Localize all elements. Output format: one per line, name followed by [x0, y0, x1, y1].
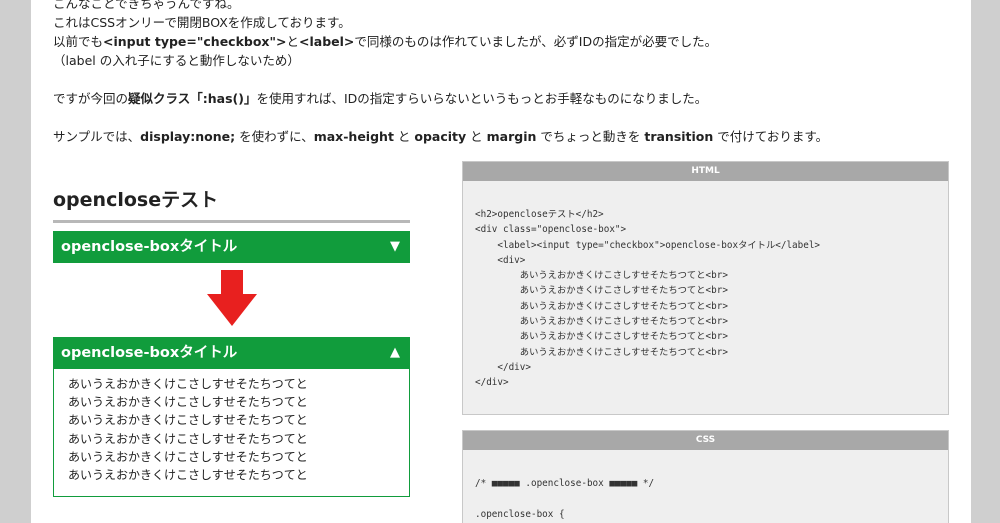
demo-heading: opencloseテスト	[53, 185, 410, 223]
content-line: あいうえおかきくけこさしすせそたちつてと	[68, 468, 308, 483]
content-line: あいうえおかきくけこさしすせそたちつてと	[68, 431, 308, 446]
html-code-block: <h2>opencloseテスト</h2> <div class="opencl…	[475, 209, 821, 389]
css-code-panel: CSS /* ■■■■■ .openclose-box ■■■■■ */ .op…	[462, 430, 949, 523]
triangle-up-icon: ▲	[390, 345, 400, 360]
article-intro: こんなことできちゃうんですね。 これはCSSオンリーで開閉BOXを作成しておりま…	[53, 0, 953, 146]
html-code-panel: HTML <h2>opencloseテスト</h2> <div class="o…	[462, 161, 949, 415]
openclose-box-title-open[interactable]: openclose-boxタイトル ▲	[53, 337, 410, 369]
openclose-box-title-closed[interactable]: openclose-boxタイトル ▼	[53, 231, 410, 263]
html-panel-title: HTML	[463, 162, 948, 181]
content-line: あいうえおかきくけこさしすせそたちつてと	[68, 395, 308, 410]
css-panel-title: CSS	[463, 431, 948, 450]
content-line: あいうえおかきくけこさしすせそたちつてと	[68, 413, 308, 428]
article-page: こんなことできちゃうんですね。 これはCSSオンリーで開閉BOXを作成しておりま…	[31, 0, 971, 523]
intro-line: サンプルでは、display:none; を使わずに、max-height と …	[53, 129, 829, 144]
intro-line: ですが今回の疑似クラス「:has()」を使用すれば、IDの指定すらいらないという…	[53, 91, 708, 106]
intro-line: （label の入れ子にすると動作しないため）	[53, 53, 300, 68]
intro-line: こんなことできちゃうんですね。	[53, 0, 240, 11]
openclose-box-title-label: openclose-boxタイトル	[61, 345, 238, 361]
openclose-box-title-label: openclose-boxタイトル	[61, 239, 238, 255]
demo-section: opencloseテスト	[53, 185, 410, 223]
content-line: あいうえおかきくけこさしすせそたちつてと	[68, 449, 308, 464]
openclose-box-content: あいうえおかきくけこさしすせそたちつてと あいうえおかきくけこさしすせそたちつて…	[53, 369, 410, 497]
css-code-block: /* ■■■■■ .openclose-box ■■■■■ */ .opencl…	[475, 478, 655, 520]
intro-line: これはCSSオンリーで開閉BOXを作成しております。	[53, 15, 351, 30]
intro-line: 以前でも<input type="checkbox">と<label>で同様のも…	[53, 34, 718, 49]
arrow-down-icon	[207, 270, 257, 326]
content-line: あいうえおかきくけこさしすせそたちつてと	[68, 377, 308, 391]
triangle-down-icon: ▼	[390, 239, 400, 254]
